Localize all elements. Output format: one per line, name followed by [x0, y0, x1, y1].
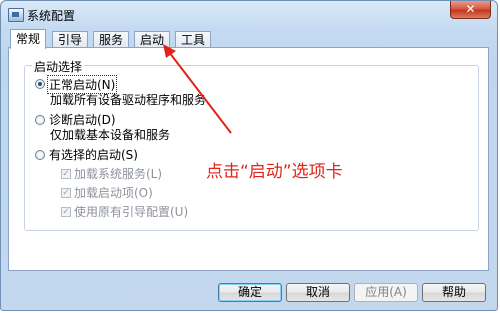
normal-startup-radio[interactable]: [35, 79, 45, 89]
apply-button[interactable]: 应用(A): [354, 283, 418, 302]
ok-button[interactable]: 确定: [218, 283, 282, 302]
load-system-services-label: 加载系统服务(L): [74, 167, 163, 181]
load-startup-items-checkbox[interactable]: ✓: [61, 188, 71, 198]
selective-startup-label[interactable]: 有选择的启动(S): [49, 146, 138, 163]
window-title: 系统配置: [27, 9, 76, 23]
cancel-button[interactable]: 取消: [286, 283, 350, 302]
diagnostic-startup-desc: 仅加载基本设备和服务: [50, 128, 171, 142]
close-button[interactable]: ✕: [450, 1, 491, 19]
app-icon: [8, 8, 24, 22]
help-button[interactable]: 帮助: [422, 283, 486, 302]
diagnostic-startup-radio[interactable]: [35, 115, 45, 125]
title-bar[interactable]: 系统配置 ✕: [1, 1, 497, 29]
selective-startup-radio[interactable]: [35, 150, 45, 160]
normal-startup-desc: 加载所有设备驱动程序和服务: [50, 93, 207, 107]
load-system-services-checkbox[interactable]: ✓: [61, 169, 71, 179]
tab-general[interactable]: 常规: [10, 29, 47, 49]
use-original-boot-config-label: 使用原有引导配置(U): [74, 205, 189, 219]
close-icon: ✕: [465, 2, 476, 16]
startup-selection-label: 启动选择: [32, 58, 85, 75]
load-startup-items-label: 加载启动项(O): [74, 186, 153, 200]
annotation-text: 点击“启动”选项卡: [206, 162, 343, 182]
use-original-boot-config-checkbox[interactable]: ✓: [61, 207, 71, 217]
